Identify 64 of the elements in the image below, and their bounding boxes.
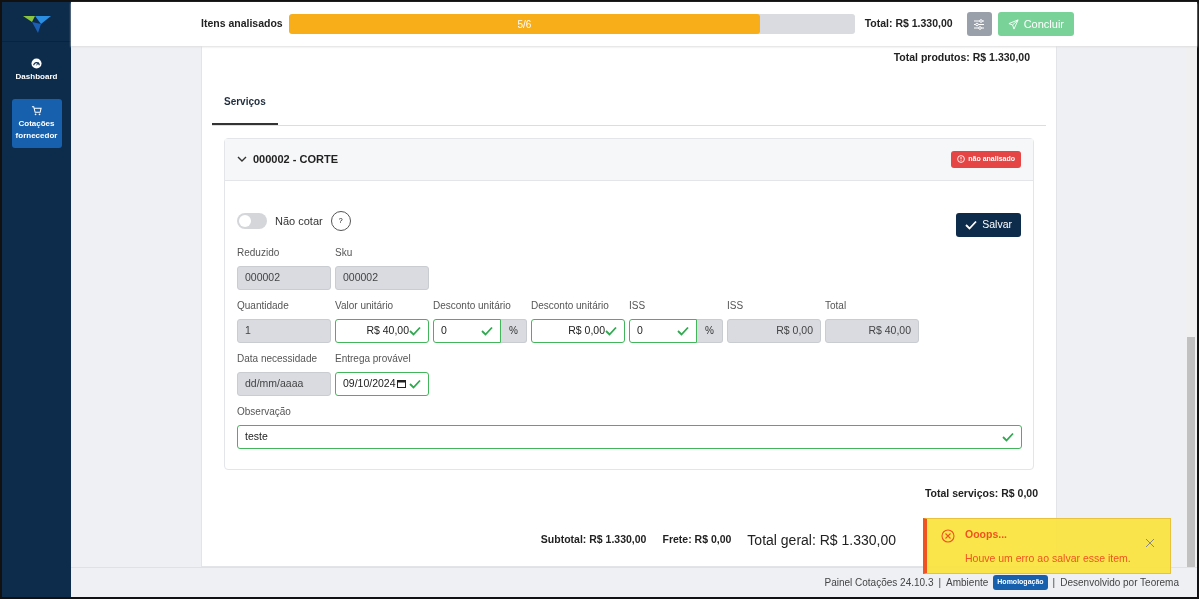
progress-label: Itens analisados [201, 16, 283, 32]
products-total: Total produtos: R$ 1.330,00 [893, 50, 1030, 65]
input-field[interactable]: 0 [629, 318, 697, 343]
sidebar-item[interactable]: Dashboard [11, 52, 62, 89]
freight-text: Frete: R$ 0,00 [662, 532, 732, 548]
field-label: Sku [335, 245, 354, 260]
toggle-switch[interactable] [237, 212, 267, 229]
input-field: 000002 [237, 265, 331, 290]
error-icon [941, 529, 955, 543]
input-field[interactable]: 09/10/2024 [335, 371, 429, 396]
header-total: Total: R$ 1.330,00 [864, 16, 953, 32]
input-field: 000002 [335, 265, 429, 290]
send-icon [1007, 18, 1019, 30]
input-field[interactable]: 0 [433, 318, 501, 343]
toast-title: Ooops... [965, 527, 1008, 542]
check-icon [677, 325, 689, 336]
grand-total-text: Total geral: R$ 1.330,00 [747, 530, 896, 550]
input-field: R$ 40,00 [825, 318, 919, 343]
field-label: Observação [237, 404, 292, 419]
cart-icon [31, 105, 42, 116]
check-icon [965, 219, 978, 230]
check-icon [409, 378, 421, 389]
input-field[interactable]: R$ 0,00 [531, 318, 625, 343]
sidebar-item[interactable]: Cotações fornecedor [11, 99, 62, 148]
version-text: Painel Cotações 24.10.3 [824, 576, 934, 590]
check-icon [481, 325, 493, 336]
services-total: Total serviços: R$ 0,00 [924, 485, 1038, 501]
field-label: Reduzido [237, 245, 281, 260]
sliders-icon [973, 18, 986, 30]
field-label: Quantidade [237, 298, 290, 313]
developer-text: Desenvolvido por Teorema [1060, 576, 1179, 590]
item-title[interactable]: 000002 - CORTE [253, 151, 338, 168]
field-label: ISS [629, 298, 647, 313]
subtotal-text: Subtotal: R$ 1.330,00 [540, 532, 647, 548]
field-label: ISS [727, 298, 745, 313]
input-field[interactable]: R$ 40,00 [335, 318, 429, 343]
scrollbar-thumb[interactable] [1187, 337, 1195, 567]
field-label: Valor unitário [335, 298, 395, 313]
input-field[interactable]: teste [237, 424, 1022, 449]
check-icon [605, 325, 617, 336]
input-field: 1 [237, 318, 331, 343]
alert-icon [957, 155, 966, 164]
separator-text: | [1052, 576, 1056, 590]
calendar-icon [397, 379, 406, 389]
toast-message: Houve um erro ao salvar esse item. [965, 550, 1131, 566]
tab[interactable]: Serviços [212, 81, 278, 125]
separator-text: | [938, 576, 942, 590]
field-label: Desconto unitário [531, 298, 610, 313]
gauge-icon [31, 58, 42, 69]
progress-text: 5/6 [516, 17, 533, 32]
check-icon [409, 325, 421, 336]
input-field: dd/mm/aaaa [237, 371, 331, 396]
input-field: R$ 0,00 [727, 318, 821, 343]
environment-label: Ambiente [946, 576, 989, 590]
field-label: Entrega provável [335, 351, 412, 366]
field-label: Data necessidade [237, 351, 319, 366]
save-button[interactable]: Salvar [956, 212, 1021, 237]
field-label: Total [825, 298, 848, 313]
filter-button[interactable] [966, 12, 992, 36]
field-label: Desconto unitário [433, 298, 512, 313]
unit-label: % [697, 318, 723, 343]
check-icon [1002, 431, 1014, 442]
toggle-label: Não cotar [275, 213, 323, 229]
unit-label: % [501, 318, 527, 343]
